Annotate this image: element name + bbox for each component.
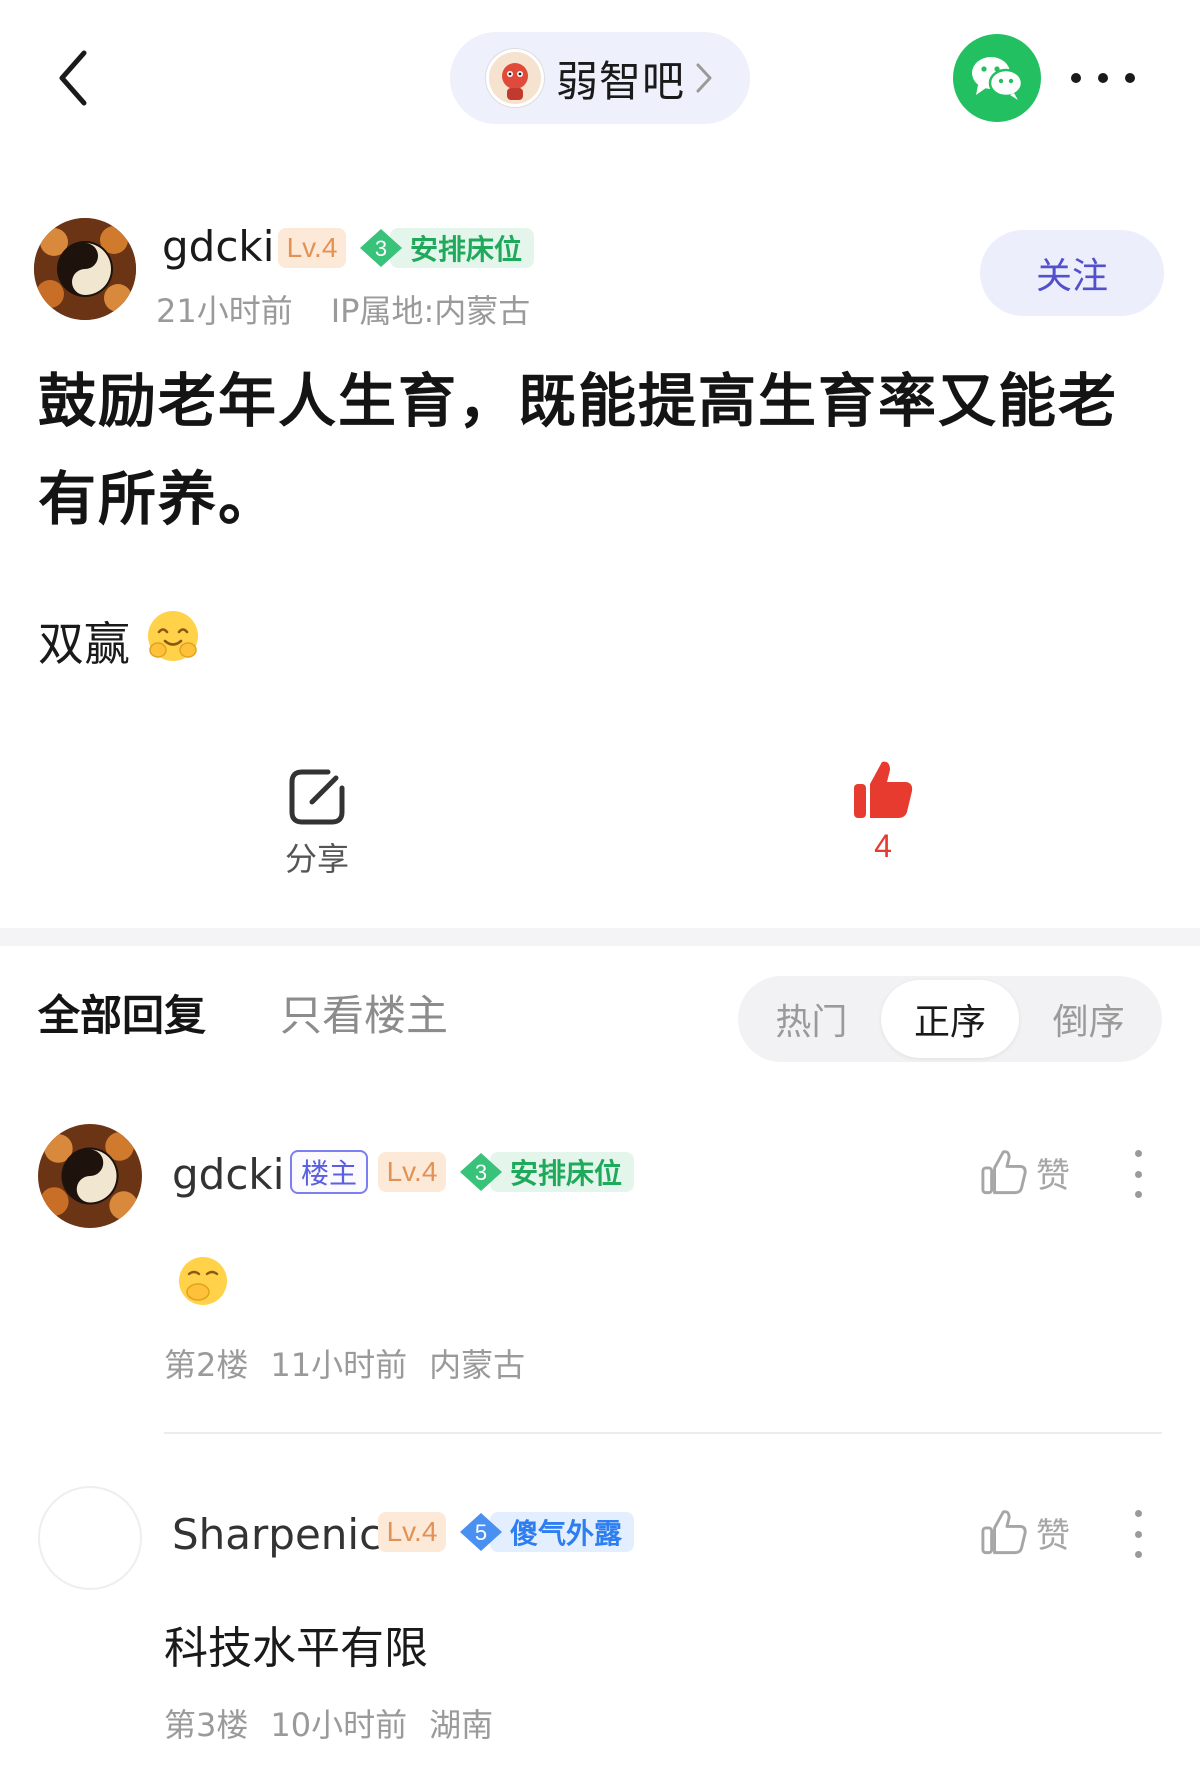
svg-text:5: 5 [475,1520,487,1545]
post-time: 21小时前 [156,292,293,330]
title-badge: 5 傻气外露 [458,1512,635,1552]
share-label: 分享 [284,840,349,878]
post-body: 双赢 [38,606,202,675]
smile-emoji-icon [144,606,202,675]
svg-text:3: 3 [475,1160,487,1185]
comment-divider [164,1432,1162,1434]
comment-like-button[interactable]: 赞 [980,1148,1070,1197]
forum-avatar [486,49,544,107]
post-body-text: 双赢 [38,616,130,671]
comment-like-label: 赞 [1036,1516,1070,1556]
sort-descending[interactable]: 倒序 [1019,980,1158,1058]
comment-author-name[interactable]: gdcki [172,1150,284,1199]
like-count: 4 [874,828,892,864]
comment-like-label: 赞 [1036,1156,1070,1196]
giggle-emoji-icon [176,1257,230,1319]
title-badge: 3 安排床位 [358,228,535,268]
comment-floor: 第3楼 [164,1706,249,1744]
author-name[interactable]: gdcki [162,222,274,271]
thumbs-up-outline-icon [981,1149,1027,1194]
comment-avatar[interactable] [38,1124,142,1228]
gem-icon: 3 [358,228,404,268]
like-button[interactable]: 4 [838,758,928,865]
level-badge: Lv.4 [378,1152,446,1192]
wechat-share-button[interactable] [953,34,1041,122]
tab-op-only[interactable]: 只看楼主 [280,982,448,1043]
follow-button[interactable]: 关注 [980,230,1164,316]
comment-more-icon[interactable] [1128,1510,1148,1558]
tab-all-replies[interactable]: 全部回复 [38,982,206,1043]
comment-floor: 第2楼 [164,1346,249,1384]
comment-like-button[interactable]: 赞 [980,1508,1070,1557]
comment-text: 科技水平有限 [164,1623,428,1674]
comment-meta: 第3楼 10小时前 湖南 [164,1700,493,1746]
top-bar: 弱智吧 [0,0,1200,150]
comment-location: 湖南 [429,1706,494,1744]
level-badge: Lv.4 [278,228,346,268]
title-badge: 3 安排床位 [458,1152,635,1192]
share-icon [289,769,345,825]
comment-location: 内蒙古 [429,1346,526,1384]
title-badge-label: 傻气外露 [490,1512,635,1552]
gem-icon: 5 [458,1512,504,1552]
thumbs-up-outline-icon [981,1509,1027,1554]
comment-time: 10小时前 [270,1706,408,1744]
more-icon[interactable] [1065,56,1141,100]
section-divider [0,928,1200,946]
post-meta: 21小时前 IP属地:内蒙古 [156,286,530,332]
comment-author-name[interactable]: Sharpenic [172,1510,382,1559]
post-title: 鼓励老年人生育，既能提高生育率又能老有所养。 [38,367,1119,533]
back-button[interactable] [48,42,98,114]
comment-meta: 第2楼 11小时前 内蒙古 [164,1340,525,1386]
wechat-icon [972,57,1024,100]
gem-icon: 3 [458,1152,504,1192]
svg-text:3: 3 [375,236,387,261]
comment-more-icon[interactable] [1128,1150,1148,1198]
share-button[interactable]: 分享 [272,766,362,880]
title-badge-label: 安排床位 [490,1152,635,1192]
comment-time: 11小时前 [270,1346,408,1384]
author-avatar[interactable] [34,218,136,320]
title-badge-label: 安排床位 [390,228,535,268]
back-chevron-icon [59,50,87,106]
level-badge: Lv.4 [378,1512,446,1552]
sort-hot[interactable]: 热门 [742,980,881,1058]
op-badge: 楼主 [290,1150,368,1194]
sort-ascending[interactable]: 正序 [880,980,1020,1058]
sort-toggle: 热门 正序 倒序 [738,976,1162,1062]
post-ip-location: IP属地:内蒙古 [330,292,531,330]
chevron-right-icon [695,62,713,94]
forum-name: 弱智吧 [556,56,686,106]
thumbs-up-filled-icon [854,761,913,818]
comment-avatar[interactable] [38,1486,142,1590]
comment-emoji [176,1254,230,1319]
forum-link[interactable]: 弱智吧 [450,32,750,124]
